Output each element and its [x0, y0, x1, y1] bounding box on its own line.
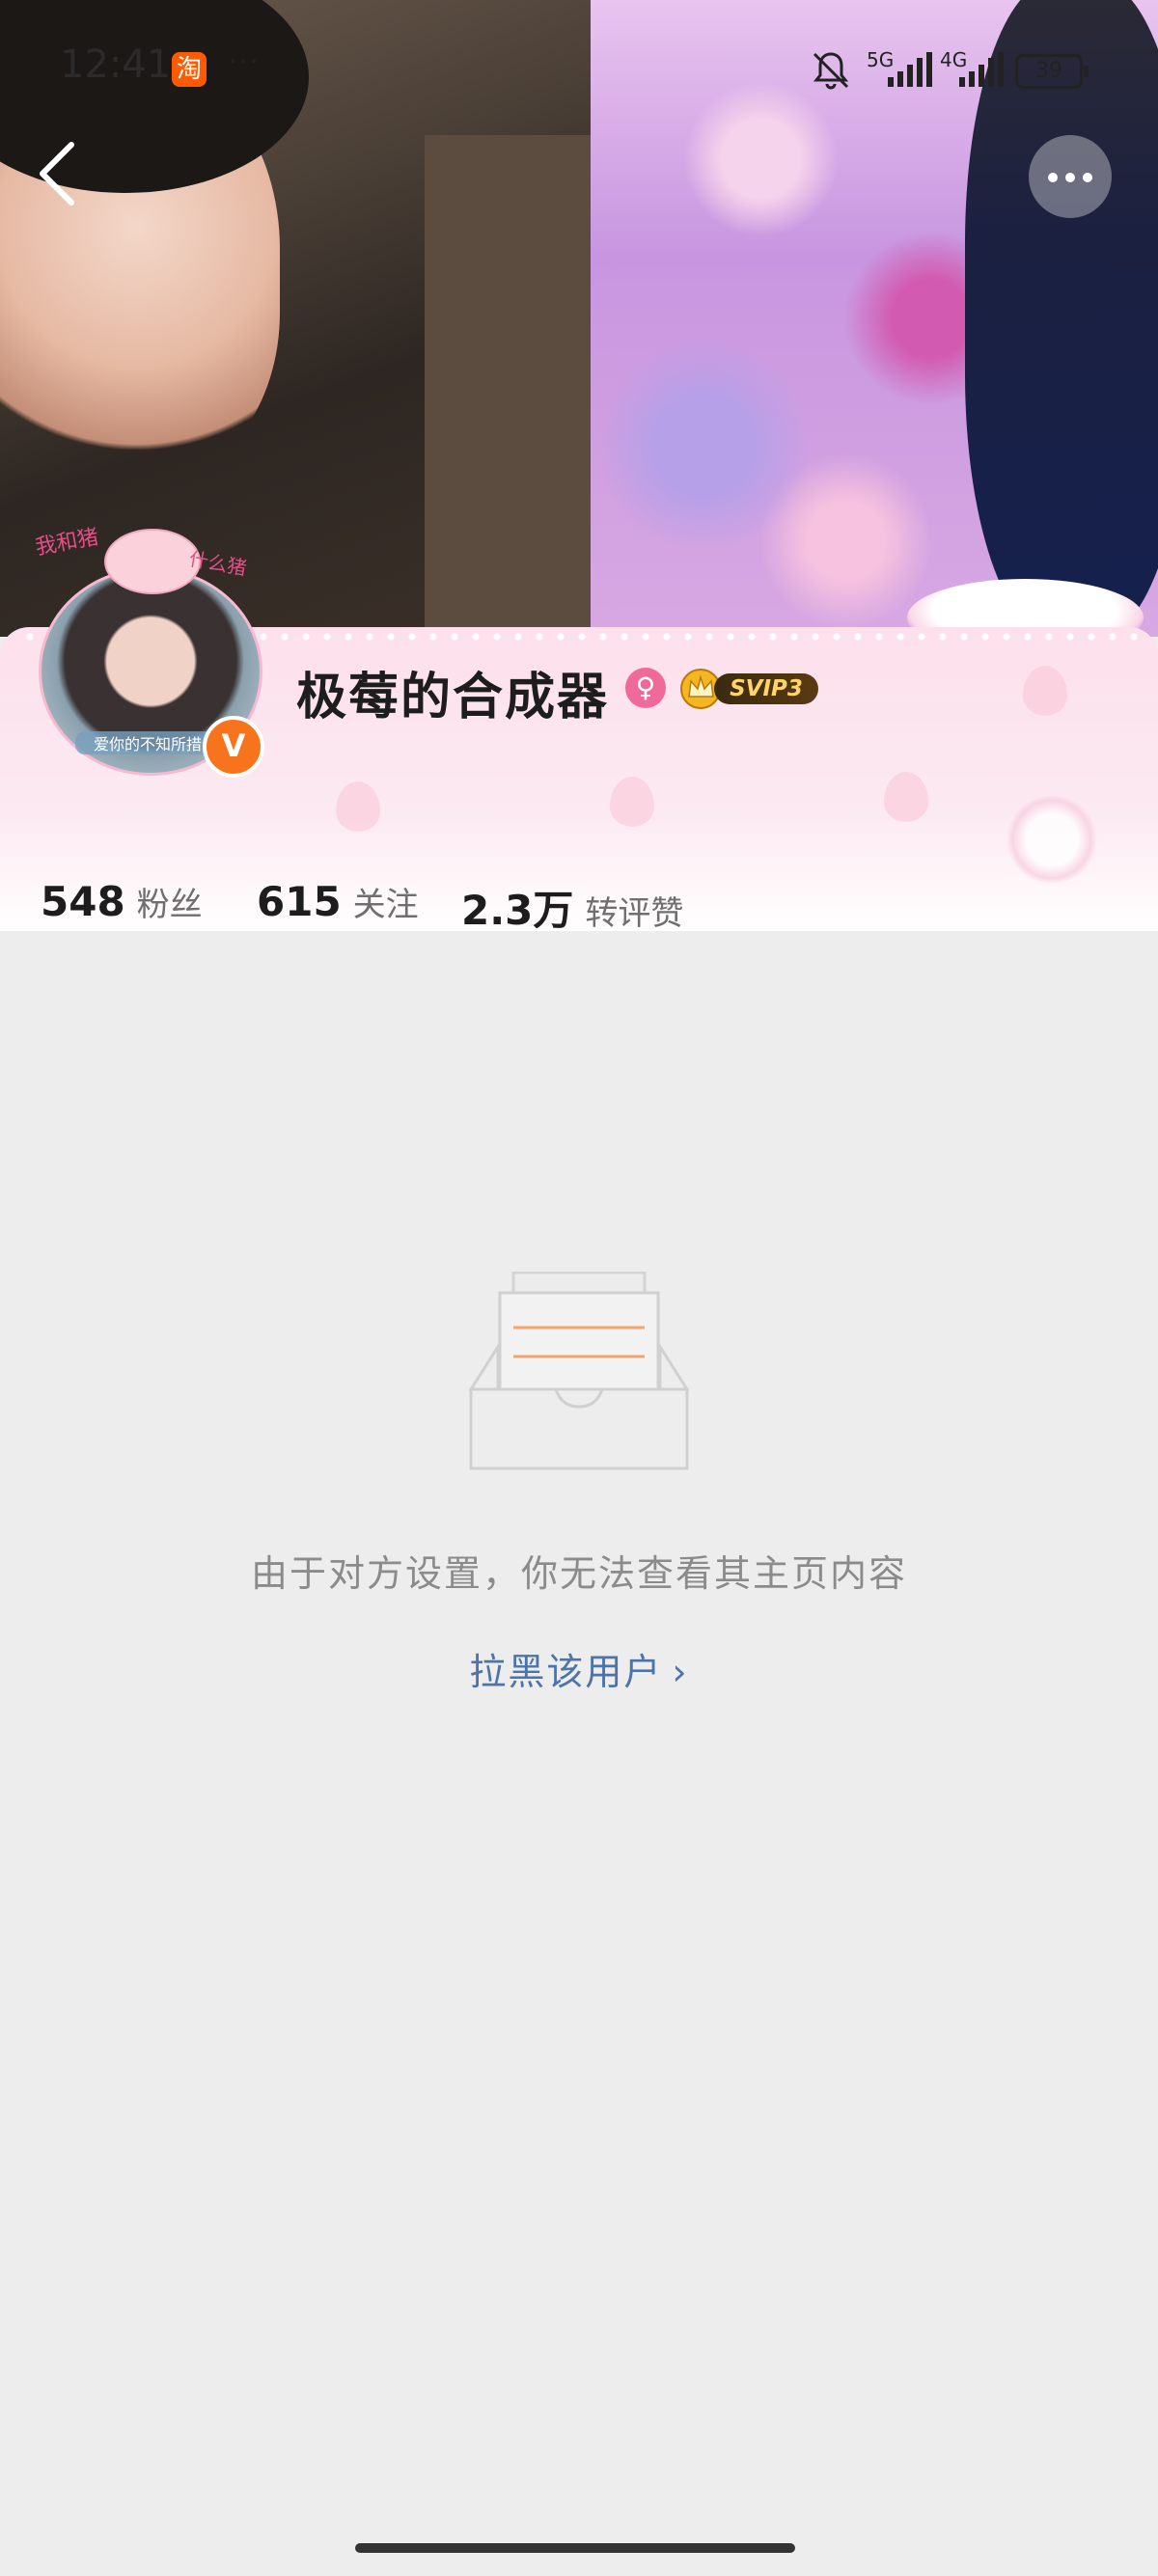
- empty-inbox-icon: [469, 1272, 689, 1470]
- more-options-button[interactable]: [1029, 135, 1112, 218]
- status-bar: 12:41 淘 ··· 5G 4G 39: [0, 0, 1158, 135]
- back-arrow-icon[interactable]: [33, 137, 87, 210]
- status-overflow: ···: [228, 42, 260, 81]
- strawberry-decoration: [884, 772, 928, 822]
- following-count: 615: [257, 878, 342, 925]
- female-icon: ♀: [625, 668, 666, 708]
- taobao-app-icon: 淘: [172, 52, 207, 87]
- pig-decoration: [104, 529, 201, 594]
- battery-icon: 39: [1015, 54, 1089, 89]
- followers-count: 548: [41, 878, 125, 925]
- signal-5g-icon: [888, 52, 932, 87]
- block-user-label: 拉黑该用户: [469, 1651, 663, 1693]
- following-stat[interactable]: 615 关注: [257, 878, 419, 925]
- status-time: 12:41: [60, 42, 172, 87]
- avatar-container[interactable]: 我和猪 什么猪 爱你的不知所措 V: [34, 525, 264, 778]
- mute-bell-icon: [813, 52, 849, 90]
- svip-label: SVIP3: [714, 673, 818, 704]
- followers-stat[interactable]: 548 粉丝: [41, 878, 203, 925]
- signal-4g-icon: [959, 52, 1004, 87]
- interactions-label: 转评赞: [585, 894, 684, 933]
- profile-stats: 548 粉丝 615 关注 2.3万 转评赞: [0, 868, 1158, 934]
- chevron-right-icon: ›: [672, 1651, 689, 1693]
- following-label: 关注: [352, 886, 419, 924]
- svip-badge[interactable]: SVIP3: [679, 668, 820, 710]
- interactions-stat[interactable]: 2.3万 转评赞: [461, 878, 683, 937]
- profile-username: 极莓的合成器: [296, 669, 610, 726]
- strawberry-decoration: [1023, 666, 1067, 716]
- block-user-link[interactable]: 拉黑该用户 ›: [0, 1642, 1158, 1695]
- home-indicator[interactable]: [355, 2543, 795, 2553]
- interactions-count: 2.3万: [461, 887, 574, 934]
- strawberry-decoration: [610, 777, 654, 827]
- verified-badge-icon: V: [203, 716, 264, 778]
- restricted-content-message: 由于对方设置，你无法查看其主页内容: [250, 1552, 907, 1595]
- avatar-caption: 爱你的不知所措: [75, 731, 220, 754]
- followers-label: 粉丝: [136, 886, 203, 924]
- strawberry-decoration: [336, 781, 380, 832]
